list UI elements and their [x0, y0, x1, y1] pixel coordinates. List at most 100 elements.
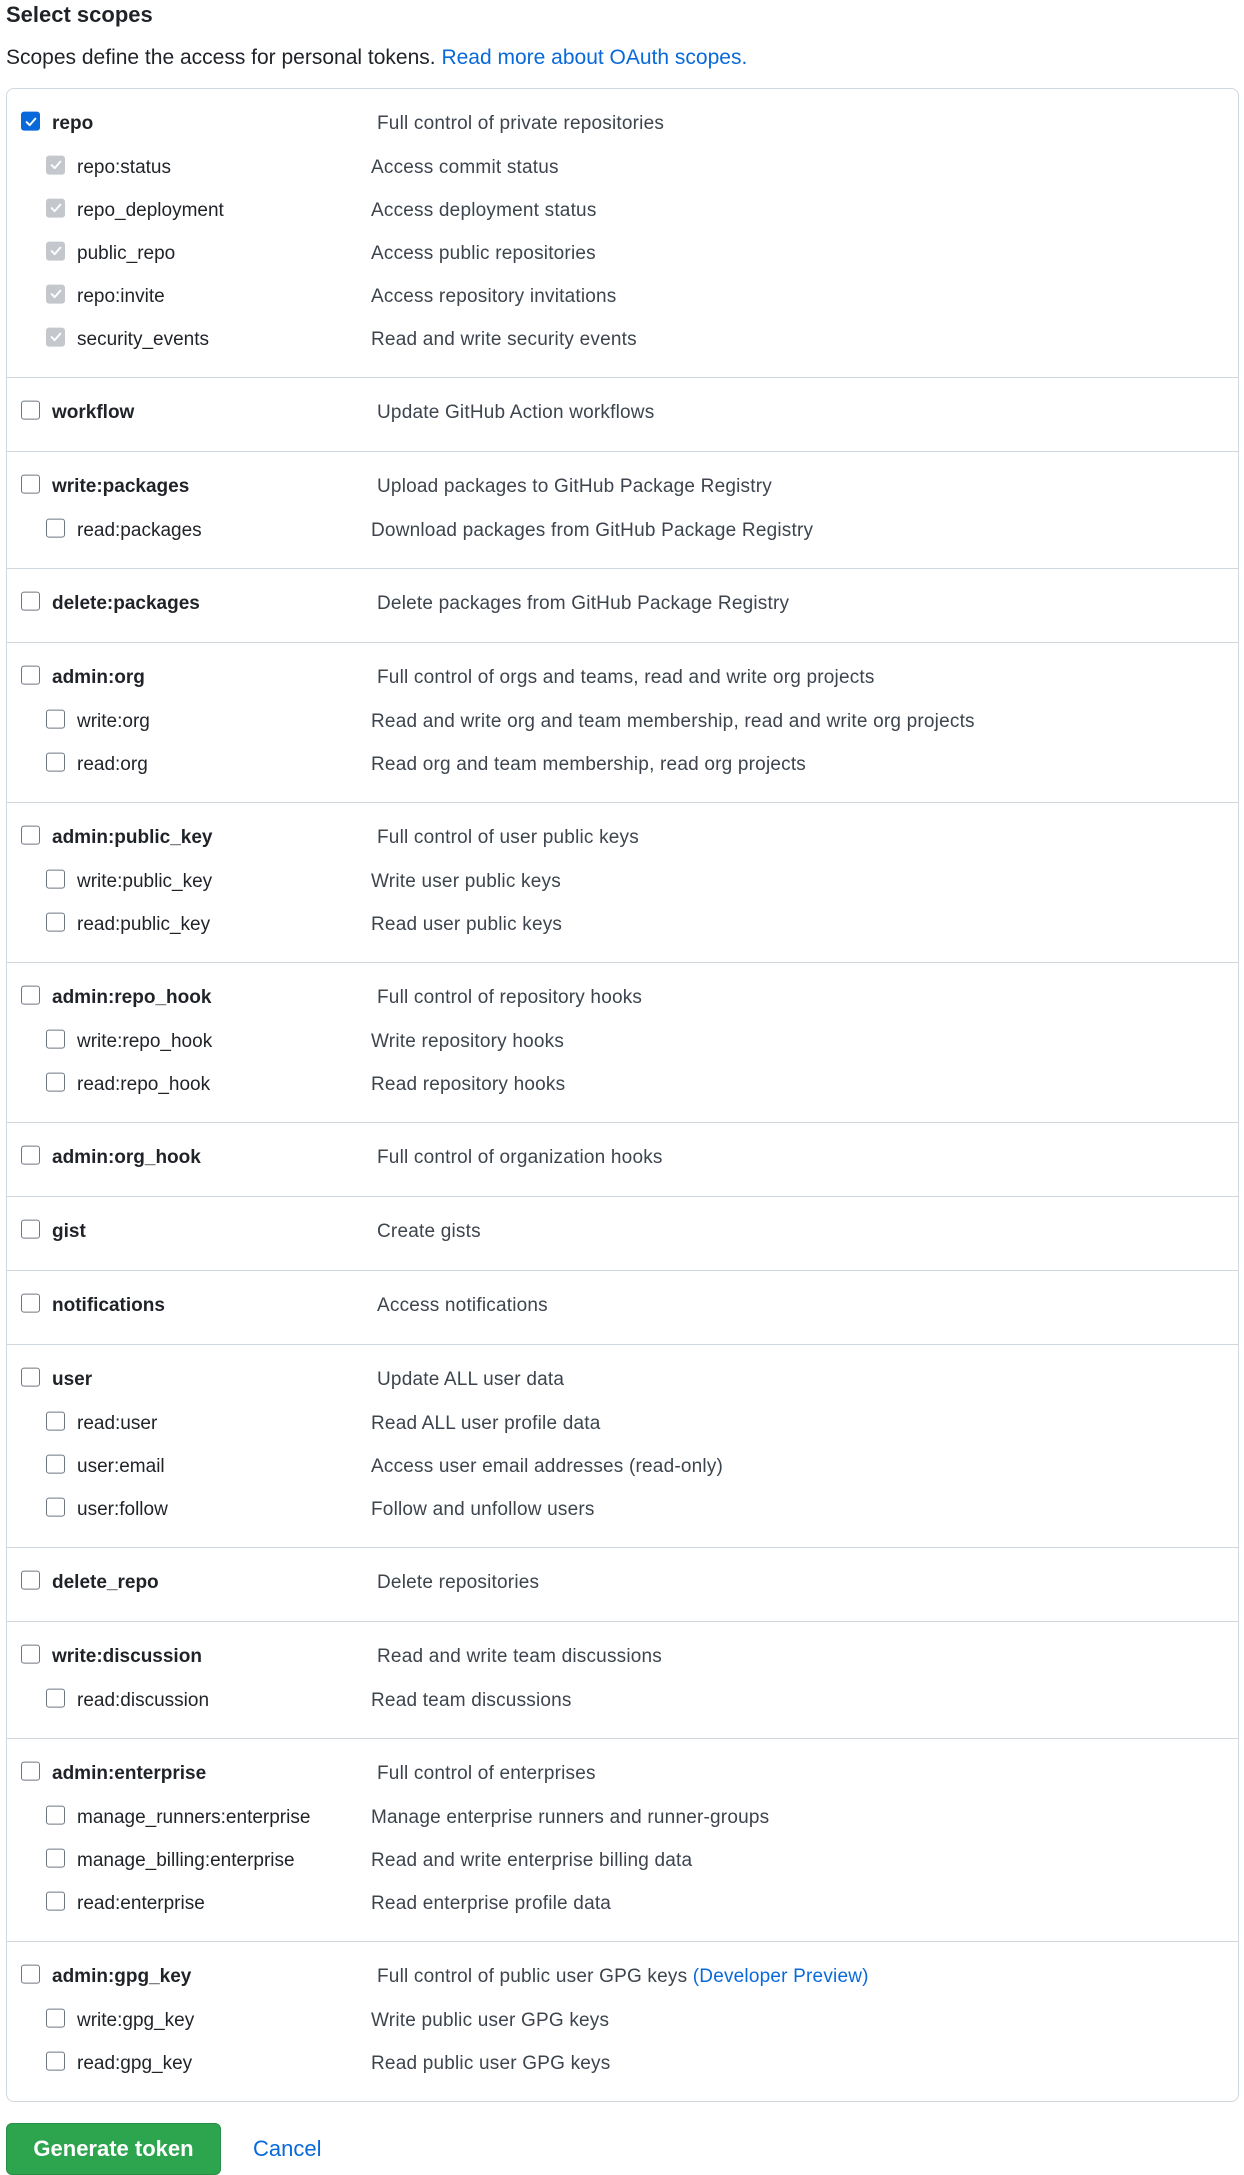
scope-checkbox[interactable] [21, 985, 40, 1005]
subscope-checkbox [46, 155, 65, 175]
scope-description-text: Delete repositories [377, 1572, 540, 1593]
subscope-checkbox[interactable] [46, 1072, 65, 1092]
scope-name: admin:org_hook [52, 1147, 201, 1168]
scope-name: notifications [52, 1295, 165, 1316]
scope-description: Update ALL user data [377, 1369, 564, 1391]
subscope-checkbox[interactable] [46, 1848, 65, 1868]
oauth-scopes-link[interactable]: Read more about OAuth scopes. [441, 46, 747, 69]
scope-checkbox[interactable] [21, 1293, 40, 1313]
scope-group-write-discussion: write:discussion Read and write team disc… [7, 1622, 1238, 1739]
subscope-checkbox[interactable] [46, 1411, 65, 1431]
subscope-row: manage_runners:enterprise Manage enterpri… [7, 1796, 1238, 1839]
scope-row: gist Create gists [7, 1210, 1238, 1254]
subscope-checkbox[interactable] [46, 2008, 65, 2028]
scope-name: write:packages [52, 476, 190, 497]
developer-preview-link[interactable]: (Developer Preview) [693, 1966, 869, 1987]
scope-row: admin:repo_hook Full control of repositor… [7, 976, 1238, 1020]
scope-checkbox[interactable] [21, 825, 40, 845]
scope-row: user Update ALL user data [7, 1358, 1238, 1402]
subscope-description: Read and write org and team membership, … [371, 710, 975, 732]
scope-group-workflow: workflow Update GitHub Action workflows [7, 378, 1238, 452]
subscope-checkbox[interactable] [46, 1891, 65, 1911]
scope-name: write:discussion [52, 1646, 202, 1667]
scope-description: Full control of user public keys [377, 827, 639, 849]
subscope-description: Manage enterprise runners and runner-gro… [371, 1806, 770, 1828]
scope-checkbox[interactable] [21, 591, 40, 611]
scope-group-user: user Update ALL user data read:user Read AL… [7, 1345, 1238, 1548]
scope-description-text: Read and write team discussions [377, 1646, 663, 1667]
scope-description: Full control of enterprises [377, 1763, 596, 1785]
scope-description: Update GitHub Action workflows [377, 402, 654, 424]
subscope-description: Access user email addresses (read-only) [371, 1455, 724, 1477]
subscope-name: repo:invite [77, 285, 165, 307]
scope-checkbox[interactable] [21, 1145, 40, 1165]
subscope-checkbox[interactable] [46, 869, 65, 889]
subscope-description: Read org and team membership, read org p… [371, 753, 807, 775]
subscope-checkbox[interactable] [46, 1454, 65, 1474]
scope-description-text: Access notifications [377, 1295, 548, 1316]
checkmark-icon [25, 117, 36, 126]
subscope-name: read:packages [77, 519, 202, 541]
scope-description-text: Full control of orgs and teams, read and… [377, 667, 875, 688]
scope-checkbox[interactable] [21, 400, 40, 420]
subscope-row: security_events Read and write security e… [7, 318, 1238, 361]
subscope-checkbox[interactable] [46, 2051, 65, 2071]
scope-description-text: Full control of enterprises [377, 1763, 596, 1784]
subscope-name: user:email [77, 1455, 165, 1477]
scope-checkbox[interactable] [21, 1964, 40, 1984]
subscope-row: public_repo Access public repositories [7, 232, 1238, 275]
subscope-row: write:org Read and write org and team mem… [7, 700, 1238, 743]
scope-group-gist: gist Create gists [7, 1197, 1238, 1271]
subscope-row: read:packages Download packages from GitH… [7, 509, 1238, 552]
checkmark-icon [50, 332, 61, 342]
scope-checkbox[interactable] [21, 1367, 40, 1387]
subscope-name: public_repo [77, 242, 176, 264]
subscope-checkbox[interactable] [46, 912, 65, 932]
subscope-checkbox[interactable] [46, 1029, 65, 1049]
subscope-row: write:gpg_key Write public user GPG keys [7, 1999, 1238, 2042]
subscope-description: Read and write enterprise billing data [371, 1849, 693, 1871]
cancel-link[interactable]: Cancel [253, 2136, 321, 2162]
subscope-checkbox [46, 241, 65, 261]
scope-group-admin-enterprise: admin:enterprise Full control of enterpri… [7, 1739, 1238, 1942]
scope-group-delete-packages: delete:packages Delete packages from GitH… [7, 569, 1238, 643]
scope-checkbox[interactable] [21, 1761, 40, 1781]
subscope-name: repo:status [77, 156, 171, 178]
scope-group-repo: repo Full control of private repositories… [7, 89, 1238, 378]
scope-description-text: Full control of public user GPG keys [377, 1966, 688, 1987]
subscope-name: read:discussion [77, 1689, 210, 1711]
subscope-description: Access commit status [371, 156, 559, 178]
subscope-name: read:user [77, 1412, 158, 1434]
scope-checkbox[interactable] [21, 1644, 40, 1664]
scope-checkbox[interactable] [21, 474, 40, 494]
scope-checkbox[interactable] [21, 665, 40, 685]
scope-description-text: Delete packages from GitHub Package Regi… [377, 593, 790, 614]
scope-row: admin:public_key Full control of user pub… [7, 816, 1238, 860]
checkmark-icon [50, 203, 61, 213]
scope-row: admin:gpg_key Full control of public user… [7, 1955, 1238, 1999]
subscope-description: Read team discussions [371, 1689, 572, 1711]
scope-checkbox[interactable] [21, 1219, 40, 1239]
scope-row: write:packages Upload packages to GitHub … [7, 465, 1238, 509]
subscope-checkbox[interactable] [46, 518, 65, 538]
scope-description: Full control of public user GPG keys (De… [377, 1966, 869, 1988]
subscope-description: Read ALL user profile data [371, 1412, 601, 1434]
subscope-description: Read and write security events [371, 328, 637, 350]
subscope-checkbox[interactable] [46, 1688, 65, 1708]
description-text: Scopes define the access for personal to… [6, 46, 436, 69]
subscope-checkbox[interactable] [46, 1805, 65, 1825]
scope-checkbox[interactable] [21, 1570, 40, 1590]
subscope-name: write:repo_hook [77, 1030, 213, 1052]
scope-checkbox[interactable] [21, 111, 40, 131]
subscope-description: Access public repositories [371, 242, 596, 264]
subscope-checkbox[interactable] [46, 709, 65, 729]
subscope-checkbox[interactable] [46, 1497, 65, 1517]
subscope-checkbox[interactable] [46, 752, 65, 772]
scope-description: Create gists [377, 1221, 481, 1243]
checkmark-icon [50, 289, 61, 299]
generate-token-button[interactable]: Generate token [6, 2123, 221, 2175]
subscope-row: read:gpg_key Read public user GPG keys [7, 2042, 1238, 2085]
subscope-description: Write user public keys [371, 870, 561, 892]
scope-group-delete-repo: delete_repo Delete repositories [7, 1548, 1238, 1622]
scope-name: admin:repo_hook [52, 987, 212, 1008]
